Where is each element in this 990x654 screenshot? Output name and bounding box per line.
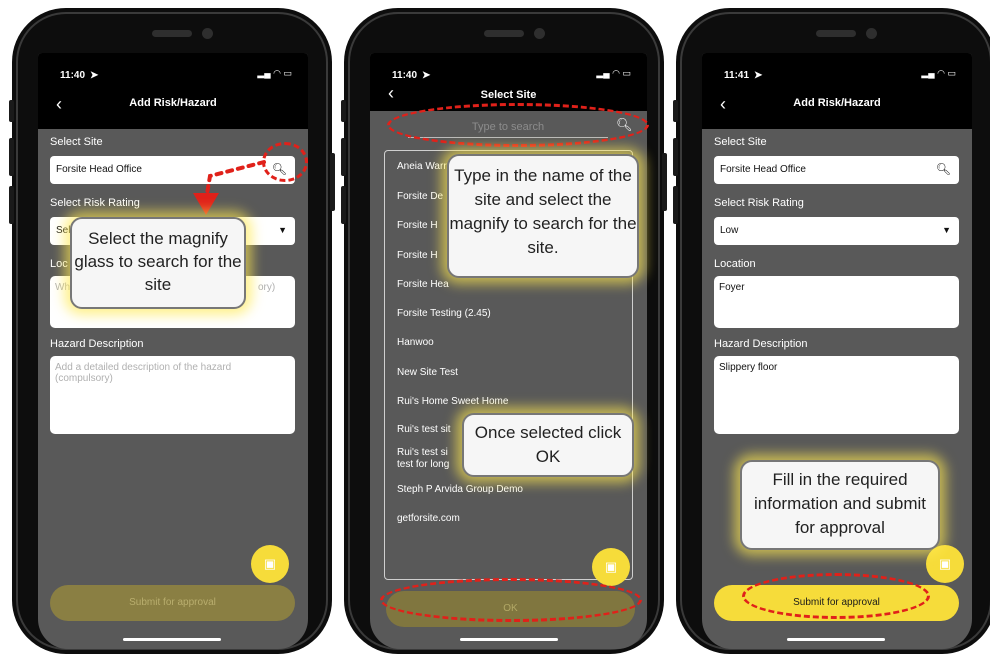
location-label: Location (714, 258, 756, 270)
dropdown-arrow-icon: ▼ (278, 225, 287, 235)
list-item[interactable]: New Site Test (397, 367, 458, 378)
list-item[interactable]: Forsite H (397, 220, 438, 231)
hazard-placeholder: Add a detailed description of the hazard… (55, 362, 232, 384)
list-item[interactable]: Forsite Testing (2.45) (397, 308, 491, 319)
hazard-description-label: Hazard Description (50, 338, 144, 350)
callout-fill-submit: Fill in the required information and sub… (740, 460, 940, 550)
location-arrow-icon: ➤ (422, 70, 431, 81)
location-field[interactable]: Foyer (714, 276, 959, 328)
callout-type-search: Type in the name of the site and select … (447, 154, 639, 278)
risk-rating-label: Select Risk Rating (50, 197, 140, 209)
site-value: Forsite Head Office (720, 164, 806, 175)
hazard-value: Slippery floor (719, 362, 778, 373)
callout-click-ok: Once selected click OK (462, 413, 634, 477)
page-title: Select Site (480, 89, 537, 101)
hazard-description-field[interactable]: Add a detailed description of the hazard… (50, 356, 295, 434)
site-field[interactable]: Forsite Head Office 🔍︎ (714, 156, 959, 184)
select-site-label: Select Site (714, 136, 767, 148)
chat-fab-icon[interactable]: ▣ (251, 545, 289, 583)
app-screen-add-hazard: 11:40 ➤ ▂▄ ◠ ▭ ‹ Add Risk/Hazard Select … (38, 53, 308, 649)
list-item[interactable]: getforsite.com (397, 513, 460, 524)
list-item[interactable]: Rui's test sit (397, 424, 451, 435)
site-field[interactable]: Forsite Head Office 🔍︎ (50, 156, 295, 184)
submit-button[interactable]: Submit for approval (50, 585, 295, 621)
hazard-description-label: Hazard Description (714, 338, 808, 350)
location-label: Loc (50, 258, 68, 270)
dropdown-arrow-icon: ▼ (942, 225, 951, 235)
status-icons: ▂▄ ◠ ▭ (921, 68, 956, 78)
risk-rating-label: Select Risk Rating (714, 197, 804, 209)
chat-fab-icon[interactable]: ▣ (926, 545, 964, 583)
list-item[interactable]: Steph P Arvida Group Demo (397, 484, 523, 495)
list-item[interactable]: Hanwoo (397, 337, 434, 348)
home-indicator (460, 638, 558, 641)
location-placeholder-end: ory) (258, 282, 276, 293)
risk-rating-select[interactable]: Low ▼ (714, 217, 959, 245)
status-time: 11:40 (60, 70, 86, 81)
phone-frame-3: 11:41 ➤ ▂▄ ◠ ▭ ‹ Add Risk/Hazard Select … (673, 8, 990, 654)
location-arrow-icon: ➤ (754, 70, 763, 81)
search-icon[interactable]: 🔍︎ (936, 162, 951, 176)
location-placeholder: Wh (55, 282, 70, 293)
phone-frame-1: 11:40 ➤ ▂▄ ◠ ▭ ‹ Add Risk/Hazard Select … (9, 8, 335, 654)
location-arrow-icon: ➤ (90, 70, 99, 81)
select-site-label: Select Site (50, 136, 103, 148)
hazard-description-field[interactable]: Slippery floor (714, 356, 959, 434)
app-screen-filled-hazard: 11:41 ➤ ▂▄ ◠ ▭ ‹ Add Risk/Hazard Select … (702, 53, 972, 649)
chat-fab-icon[interactable]: ▣ (592, 548, 630, 586)
list-item[interactable]: Forsite Hea (397, 279, 449, 290)
list-item[interactable]: Rui's Home Sweet Home (397, 396, 508, 407)
list-item[interactable]: Rui's test si (397, 447, 448, 458)
page-title: Add Risk/Hazard (129, 97, 217, 109)
status-time: 11:40 (392, 70, 418, 81)
list-item[interactable]: Forsite H (397, 250, 438, 261)
home-indicator (787, 638, 885, 641)
callout-select-magnify: Select the magnify glass to search for t… (70, 217, 246, 309)
status-icons: ▂▄ ◠ ▭ (596, 68, 631, 78)
site-value: Forsite Head Office (56, 164, 142, 175)
status-icons: ▂▄ ◠ ▭ (257, 68, 292, 78)
page-title: Add Risk/Hazard (793, 97, 881, 109)
ok-button-highlight (380, 578, 642, 622)
list-item[interactable]: test for long (397, 459, 449, 470)
list-item[interactable]: Aneia Warr (397, 161, 447, 172)
risk-rating-value: Low (720, 225, 739, 236)
search-bar-highlight (387, 103, 649, 147)
location-value: Foyer (719, 282, 745, 293)
list-item[interactable]: Forsite De (397, 191, 443, 202)
search-icon-highlight (262, 142, 308, 182)
submit-button-highlight (742, 573, 930, 619)
home-indicator (123, 638, 221, 641)
status-time: 11:41 (724, 70, 750, 81)
